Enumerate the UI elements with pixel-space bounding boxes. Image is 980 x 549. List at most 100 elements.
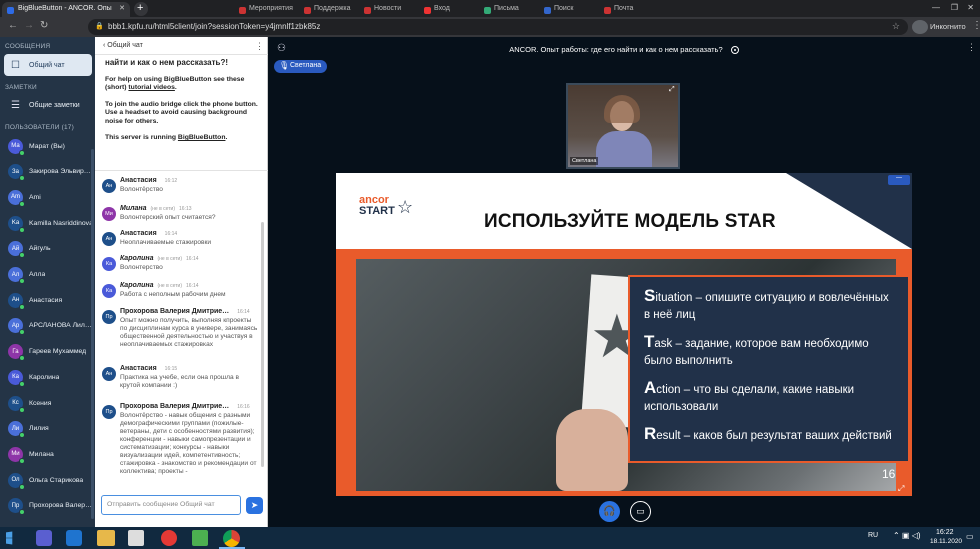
webcam-video[interactable]: Светлана ⤢ [566,83,680,169]
user-list-item[interactable]: Кс Ксения [4,392,92,414]
chevron-left-icon[interactable]: ‹ [103,42,105,49]
incognito-label[interactable]: Инкогнито [930,22,966,31]
user-list-item[interactable]: Ka Kamilla Nasriddinova [4,212,92,234]
clock-time[interactable]: 16:22 [936,529,954,536]
forward-arrow-icon[interactable]: → [24,20,34,31]
public-chat-label: Общий чат [29,61,65,69]
online-status-icon [19,355,25,362]
chrome-app-icon[interactable] [223,530,240,547]
user-list-item[interactable]: Ли Лилия [4,418,92,440]
star-item: Result – каков был результат ваших дейст… [644,425,894,445]
user-list-item[interactable]: За Закирова Эльвир… [4,161,92,183]
audio-headphones-button[interactable]: 🎧 [599,501,620,522]
tab-label: BigBlueButton - ANCOR. Опы [18,5,112,12]
browser-menu-icon[interactable]: ⋮ [972,20,980,31]
presentation-area: ⚇ ANCOR. Опыт работы: где его найти и ка… [268,37,980,527]
notifications-icon[interactable]: ▭ [966,532,974,541]
tutorial-videos-link[interactable]: tutorial videos [128,84,174,91]
browser-tab[interactable]: Новости [360,2,415,17]
browser-tab[interactable]: Мероприятия [235,2,295,17]
star-item: Situation – опишите ситуацию и вовлечённ… [644,287,894,324]
browser-tab[interactable]: Поддержка [300,2,355,17]
address-bar[interactable]: 🔒 bbb1.kpfu.ru/html5client/join?sessionT… [88,19,908,35]
message-time: 16:14 [186,283,199,289]
user-list-item[interactable]: Ай Айгуль [4,238,92,260]
tray-icons[interactable]: ⌃ ▣ ◁) [893,531,921,540]
send-message-button[interactable]: ➤ [246,497,263,514]
app-icon[interactable] [192,530,208,546]
browser-tab-active[interactable]: BigBlueButton - ANCOR. Опы ✕ [2,2,130,17]
tab-favicon-icon [239,7,246,14]
recording-status-icon[interactable] [730,46,739,55]
options-menu-icon[interactable]: ⋮ [967,42,976,53]
windows-taskbar: RU ⌃ ▣ ◁) 16:22 18.11.2020 ▭ [0,527,980,549]
windows-start-icon[interactable] [6,531,13,545]
video-off-button[interactable]: ▭ [630,501,651,522]
star-letter: S [644,286,656,305]
tab-label: Поиск [554,5,574,12]
file-explorer-icon[interactable] [97,530,115,546]
browser-tab[interactable]: Поиск [540,2,595,17]
webcam-fullscreen-icon[interactable]: ⤢ [669,86,675,94]
clock-date[interactable]: 18.11.2020 [930,538,962,545]
close-window-icon[interactable]: ✕ [967,3,974,12]
message-author: Каролина (не в сети) 16:14 [120,255,199,262]
browser-tab[interactable]: Почта [600,2,655,17]
language-indicator[interactable]: RU [868,532,878,539]
welcome-divider [95,170,268,171]
help-suffix: . [174,84,177,91]
new-tab-button[interactable]: + [134,2,148,16]
author-name: Каролина [120,282,154,289]
user-avatar: Ка [8,369,25,387]
user-list-item[interactable]: Ар АРСЛАНОВА Лил… [4,315,92,337]
chat-message-input[interactable]: Отправить сообщение Общий чат [101,495,241,515]
teams-app-icon[interactable] [36,530,52,546]
user-name: Каролина [29,373,60,381]
yandex-browser-icon[interactable] [161,530,177,546]
message-author: Анастасия 16:14 [120,230,177,237]
message-avatar: Ан [102,232,116,246]
star-item: Action – что вы сделали, какие навыки ис… [644,379,894,416]
user-list-scrollbar[interactable] [91,149,94,519]
star-bookmark-icon[interactable]: ☆ [892,21,900,32]
media-app-icon[interactable] [128,530,144,546]
user-list-item[interactable]: Am Ami [4,186,92,208]
user-list-item[interactable]: Ми Милана [4,443,92,465]
user-list-item[interactable]: Ан Анастасия [4,289,92,311]
chat-scrollbar[interactable] [261,222,264,467]
browser-tab[interactable]: Вход [420,2,475,17]
slide-fullscreen-icon[interactable]: ⤢ [898,484,904,494]
user-list-item[interactable]: Ма Марат (Вы) [4,135,92,157]
public-chat-item[interactable]: ☐ Общий чат [4,54,92,76]
message-text: Волонтёрство - навык общения с разными д… [120,412,257,475]
user-name: Марат (Вы) [29,142,65,150]
online-status-icon [19,226,25,233]
user-list-item[interactable]: Ол Ольга Старикова [4,469,92,491]
user-avatar: Ан [8,292,25,310]
user-list-item[interactable]: Га Гареев Мухаммед [4,341,92,363]
browser-tab[interactable]: Письма [480,2,535,17]
bigbluebutton-link[interactable]: BigBlueButton [178,134,226,141]
tab-label: Вход [434,5,450,12]
user-name: АРСЛАНОВА Лил… [29,322,92,330]
user-list-item[interactable]: Ка Каролина [4,366,92,388]
restore-window-icon[interactable]: ❐ [951,3,958,12]
close-tab-icon[interactable]: ✕ [119,4,125,12]
user-list-item[interactable]: Ал Алла [4,264,92,286]
talking-user-name: Светлана [290,62,322,69]
user-avatar: Пр [8,498,25,516]
message-avatar: Ми [102,207,116,221]
back-arrow-icon[interactable]: ← [8,20,18,31]
outlook-app-icon[interactable] [66,530,82,546]
shared-notes-item[interactable]: ☰ Общие заметки [4,94,92,116]
avatar-initials: Пр [11,502,20,509]
reload-icon[interactable]: ↻ [40,20,48,31]
send-arrow-icon: ➤ [250,500,259,510]
minimize-window-icon[interactable]: — [932,3,940,12]
chat-header[interactable]: ‹ Общий чат [103,42,143,49]
chat-options-icon[interactable]: ⋮ [255,41,264,52]
star-item-text: ask – задание, которое вам необходимо бы… [644,338,869,367]
user-list-item[interactable]: Пр Прохорова Валер… [4,495,92,517]
server-text: This server is running BigBlueButton. [105,134,261,143]
slide-minimize-button[interactable]: — [888,175,910,185]
